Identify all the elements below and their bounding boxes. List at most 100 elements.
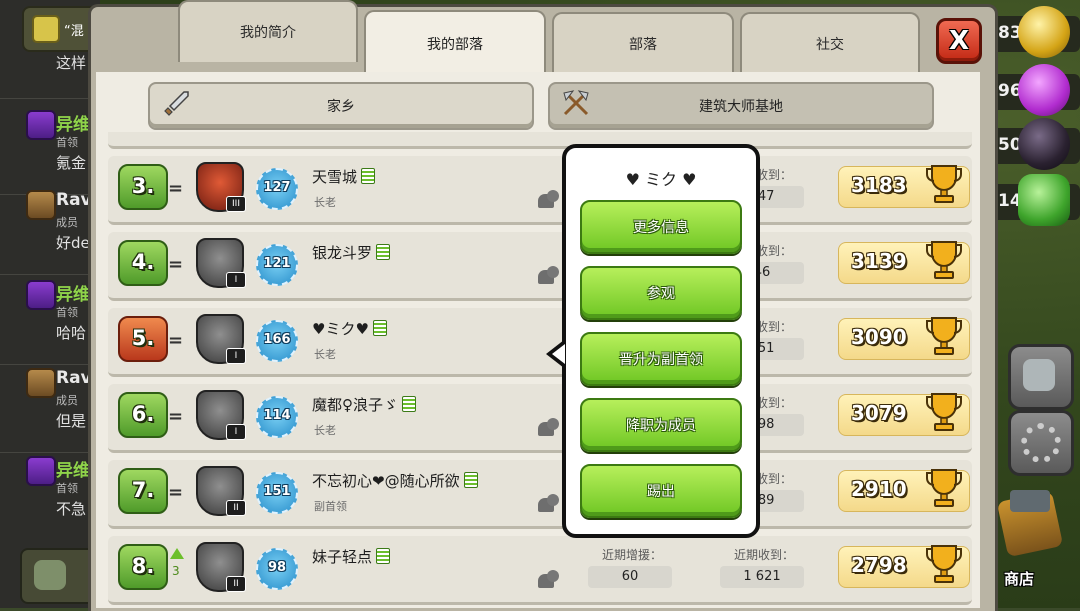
tab-label: 部落	[629, 37, 657, 53]
clan-tag-icon	[372, 320, 387, 336]
league-tier: I	[226, 348, 246, 364]
chat-sender-name: 异维	[56, 115, 90, 135]
friend-request-icon[interactable]	[538, 266, 559, 284]
received-label: 收到：	[756, 472, 793, 486]
rank-trend: =	[168, 482, 184, 503]
member-row[interactable]: 4. = I 121 银龙斗罗 收到： 46 3139	[108, 232, 972, 301]
received-label: 收到：	[756, 320, 793, 334]
builder-base-tab[interactable]: 建筑大师基地	[548, 82, 934, 130]
button-label: 踢出	[647, 484, 675, 500]
friend-request-icon[interactable]	[538, 190, 559, 208]
rank-shield-icon: 5.	[118, 316, 168, 362]
xp-level-icon: 151	[256, 472, 298, 514]
shop-label: 商店	[1004, 570, 1035, 588]
member-rank: 5.	[131, 326, 155, 350]
button-label: 降职为成员	[626, 418, 696, 434]
trophy-icon	[926, 165, 962, 203]
tab-my-clan[interactable]: 我的部落	[364, 10, 546, 76]
member-row[interactable]: 6. = I 114 魔都♀浪子ゞ 长老 收到： 498 3079	[108, 384, 972, 453]
trophy-count: 3183	[851, 173, 907, 197]
clan-tag-icon	[402, 396, 416, 412]
tab-social[interactable]: 社交	[740, 12, 920, 74]
received-value: 1 621	[720, 566, 804, 588]
league-tier: I	[226, 272, 246, 288]
donated-value: 60	[588, 566, 672, 588]
member-name: ♥ミク♥	[312, 318, 387, 339]
league-tier: III	[226, 196, 246, 212]
friend-request-icon[interactable]	[538, 418, 559, 436]
member-role: 长老	[314, 424, 336, 437]
shop-button[interactable]: 商店	[988, 488, 1080, 600]
chat-message-text: 不急	[56, 500, 87, 518]
xp-level: 127	[263, 180, 291, 195]
member-rank: 4.	[131, 250, 155, 274]
member-row[interactable]: 8. 3 II 98 妹子轻点 近期增援： 60 近期收到： 1 621 279…	[108, 536, 972, 605]
promote-co-leader-button[interactable]: 晋升为副首领	[580, 332, 742, 386]
popup-member-name: ♥ ミク ♥	[625, 170, 697, 189]
more-info-button[interactable]: 更多信息	[580, 200, 742, 254]
elixir-icon	[1018, 64, 1070, 116]
member-name: 不忘初心❤@随心所欲	[312, 470, 478, 491]
league-tier: II	[226, 500, 246, 516]
xp-level: 98	[267, 560, 287, 575]
clan-shield-icon	[32, 15, 60, 43]
rank-shield-icon: 3.	[118, 164, 168, 210]
tab-my-profile[interactable]: 我的简介	[178, 0, 358, 62]
friend-request-icon[interactable]	[538, 494, 559, 512]
chat-message: Rav 成员 好de	[0, 178, 100, 275]
clan-info-label: “混	[64, 24, 84, 39]
rank-trend: =	[168, 330, 184, 351]
member-name: 魔都♀浪子ゞ	[312, 394, 416, 415]
clan-badge-icon	[26, 280, 56, 310]
gold-resource-bar: 83	[990, 6, 1080, 58]
popup-pointer-fill	[552, 344, 565, 364]
chat-sender-name: Rav	[56, 190, 92, 210]
xp-level-icon: 114	[256, 396, 298, 438]
member-list[interactable]: 3. = III 127 天雪城 长老 收到： 047 3183 4. = I …	[104, 132, 972, 608]
member-name-text: 不忘初心❤@随心所欲	[312, 472, 460, 490]
rank-up-icon	[170, 548, 184, 559]
member-name-text: ♥ミク♥	[312, 320, 369, 338]
member-name-text: 天雪城	[312, 168, 358, 186]
clan-tag-icon	[376, 244, 391, 260]
tab-clans[interactable]: 部落	[552, 12, 734, 74]
chat-message-text: 这样	[56, 54, 87, 72]
xp-level-icon: 127	[256, 168, 298, 210]
friend-request-icon[interactable]	[538, 570, 559, 588]
member-role: 长老	[314, 196, 336, 209]
dark-elixir-resource-bar: 50	[990, 118, 1080, 170]
kick-button[interactable]: 踢出	[580, 464, 742, 518]
chat-message: Rav 成员 但是	[0, 356, 100, 453]
demote-member-button[interactable]: 降职为成员	[580, 398, 742, 452]
member-row[interactable]: 7. = II 151 不忘初心❤@随心所欲 副首领 收到： 589 2910	[108, 460, 972, 529]
settings-button[interactable]	[1008, 410, 1074, 476]
rank-shield-icon: 7.	[118, 468, 168, 514]
rank-shield-icon: 6.	[118, 392, 168, 438]
xp-level: 121	[263, 256, 291, 271]
edit-layout-button[interactable]	[1008, 344, 1074, 410]
league-badge-icon: I	[196, 238, 246, 288]
received-label: 收到：	[756, 244, 793, 258]
close-icon: X	[948, 26, 970, 56]
close-button[interactable]: X	[936, 18, 982, 64]
league-badge-icon: II	[196, 466, 246, 516]
xp-level-icon: 98	[256, 548, 298, 590]
list-row-partial	[108, 132, 972, 149]
member-row[interactable]: 3. = III 127 天雪城 长老 收到： 047 3183	[108, 156, 972, 225]
league-tier: II	[226, 576, 246, 592]
gem-resource-bar: 14	[990, 174, 1080, 226]
member-action-popup: ♥ ミク ♥ 更多信息 参观 晋升为副首领 降职为成员 踢出	[562, 144, 760, 538]
home-village-tab[interactable]: 家乡	[148, 82, 534, 130]
dark-elixir-icon	[1018, 118, 1070, 170]
chat-sender-name: 异维	[56, 461, 90, 481]
member-rank: 6.	[131, 402, 155, 426]
trophy-count-box: 3183	[838, 165, 970, 208]
member-rank: 8.	[131, 554, 155, 578]
visit-button[interactable]: 参观	[580, 266, 742, 320]
chat-message-text: 哈哈	[56, 324, 87, 342]
tab-label: 社交	[816, 37, 844, 53]
trophy-count-box: 2910	[838, 469, 970, 512]
member-row-selected[interactable]: 5. = I 166 ♥ミク♥ 长老 收到： 351 3090	[108, 308, 972, 377]
chat-sender-rank: 成员	[56, 216, 78, 229]
chat-sender-rank: 首领	[56, 306, 78, 319]
